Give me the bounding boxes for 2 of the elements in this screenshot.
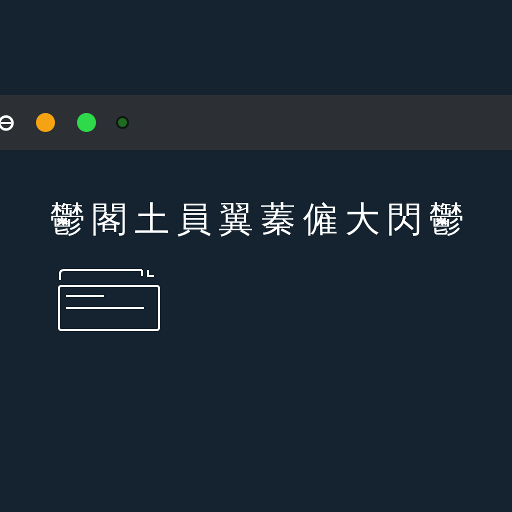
heading: 鬱 閣 土 員 翼 蓁 僱 大 閃 鬱 [50,199,464,242]
logo-icon[interactable] [0,114,14,130]
